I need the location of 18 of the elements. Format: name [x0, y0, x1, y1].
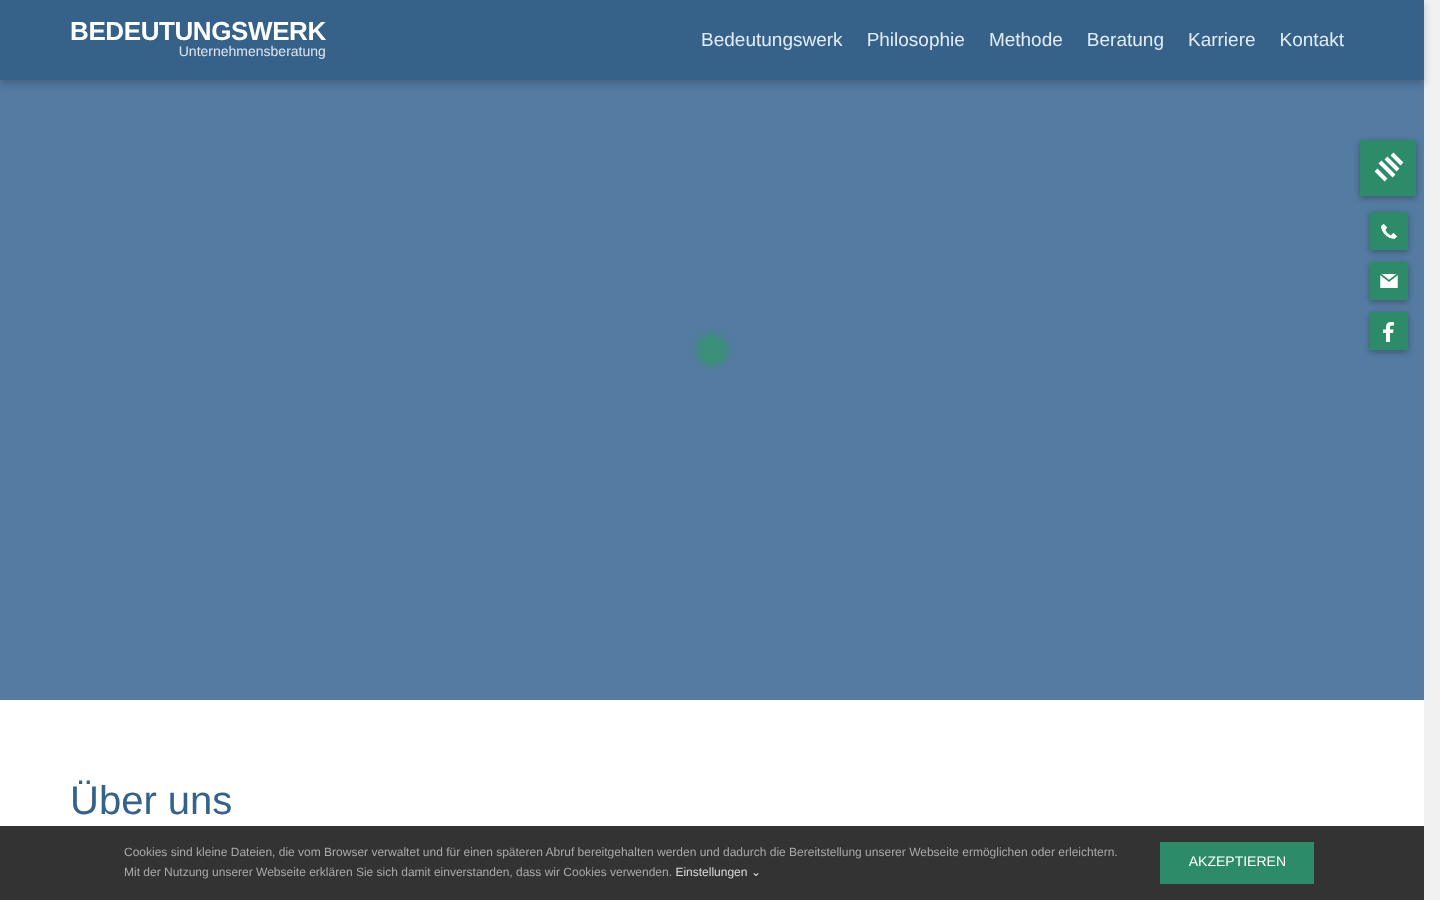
stripes-icon: [1372, 152, 1404, 184]
logo-text[interactable]: BEDEUTUNGSWERK: [70, 18, 326, 44]
facebook-icon: [1382, 321, 1394, 341]
loader-icon: [696, 334, 728, 366]
menu-button[interactable]: [1360, 140, 1416, 196]
nav-link[interactable]: Methode: [988, 29, 1063, 51]
nav-link[interactable]: Kontakt: [1279, 29, 1344, 51]
scrollbar[interactable]: [1424, 0, 1440, 900]
nav-link[interactable]: Karriere: [1187, 29, 1256, 51]
nav-link[interactable]: Bedeutungswerk: [701, 29, 843, 51]
phone-button[interactable]: [1369, 212, 1407, 250]
section-heading: Über uns: [70, 778, 233, 826]
nav-link[interactable]: Beratung: [1086, 29, 1164, 51]
mail-button[interactable]: [1369, 262, 1407, 300]
phone-icon: [1379, 222, 1397, 240]
facebook-button[interactable]: [1369, 312, 1407, 350]
mail-icon: [1379, 274, 1397, 288]
nav-link[interactable]: Philosophie: [866, 29, 965, 51]
